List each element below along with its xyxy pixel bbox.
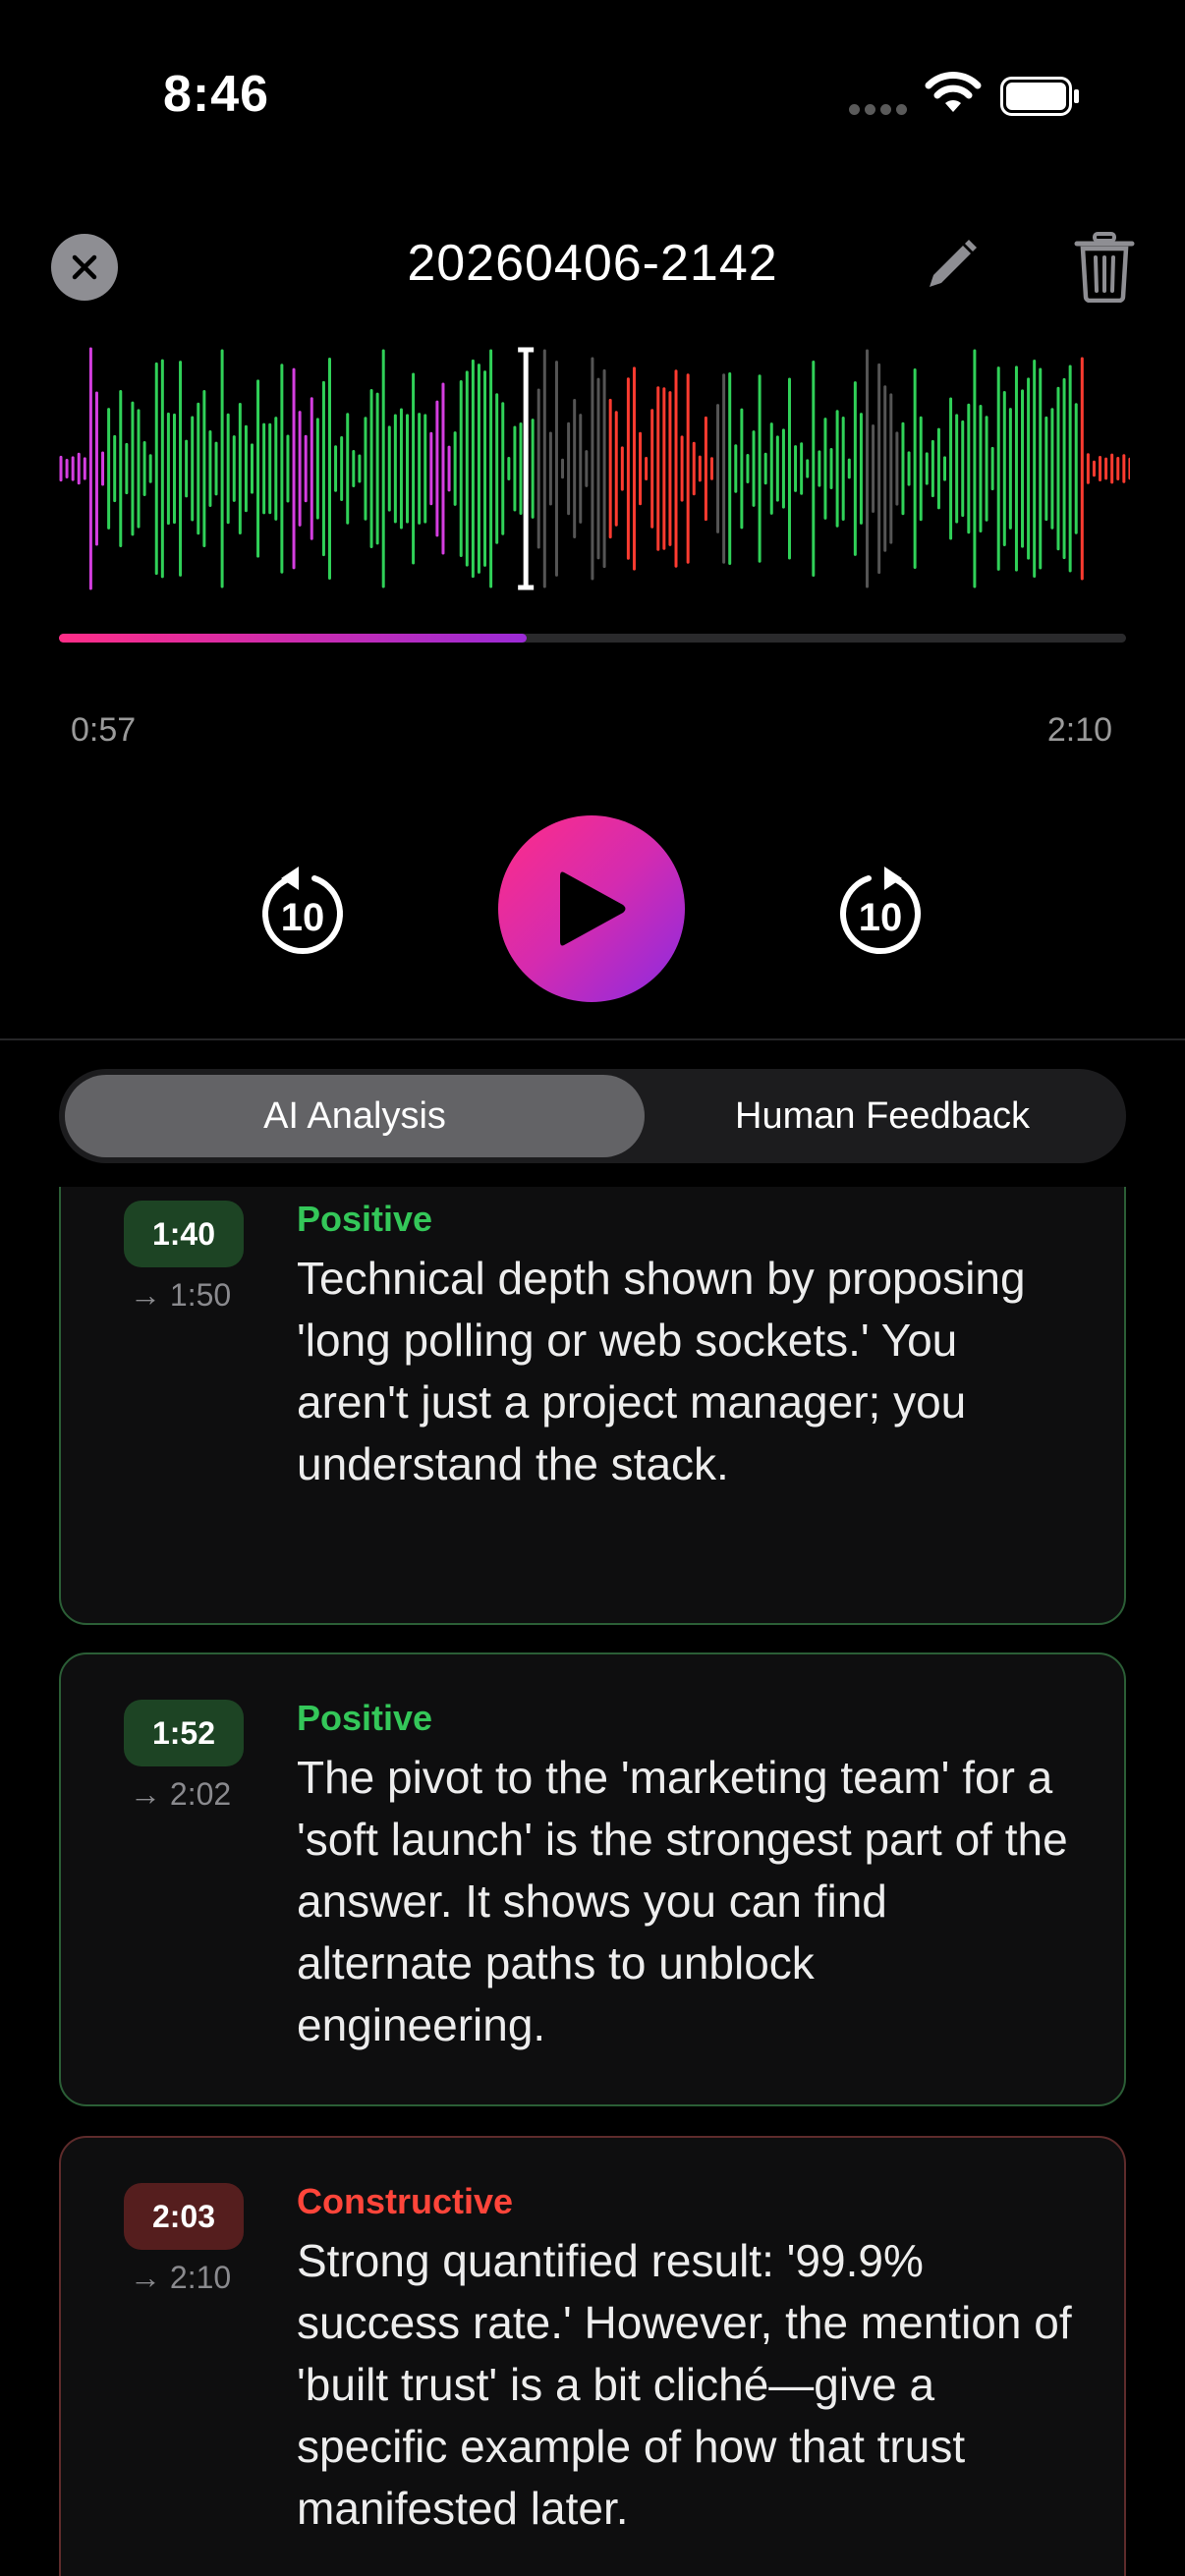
tab-human-feedback[interactable]: Human Feedback (645, 1075, 1120, 1157)
feedback-type: Constructive (297, 2181, 514, 2221)
skip-back-10-button[interactable]: 10 (257, 861, 348, 957)
start-time-badge[interactable]: 1:52 (124, 1700, 244, 1766)
feedback-card[interactable]: 2:03 → 2:10 Constructive Strong quantifi… (59, 2136, 1126, 2576)
wifi-icon (925, 72, 982, 112)
feedback-card[interactable]: 1:52 → 2:02 Positive The pivot to the 'm… (59, 1652, 1126, 2106)
recording-title: 20260406-2142 (407, 235, 778, 292)
battery-icon (1000, 77, 1079, 116)
feedback-type: Positive (297, 1199, 433, 1239)
section-divider (0, 1038, 1185, 1040)
playback-progress-bar[interactable] (59, 634, 1126, 643)
playback-progress-fill (59, 634, 527, 643)
feedback-text: Strong quantified result: '99.9% success… (297, 2235, 1072, 2534)
recording-detail-screen: 8:46 20260406-2142 0:57 2:10 10 10 AI An… (0, 0, 1185, 2576)
edit-icon[interactable] (920, 236, 981, 297)
skip-back-label: 10 (281, 896, 325, 939)
end-time: → 1:50 (130, 1277, 232, 1313)
skip-forward-label: 10 (859, 896, 903, 939)
analysis-tab-switcher: AI Analysis Human Feedback (59, 1069, 1126, 1163)
play-icon (560, 871, 626, 946)
feedback-text: Technical depth shown by proposing 'long… (297, 1253, 1026, 1489)
feedback-list: 1:40 → 1:50 Positive Technical depth sho… (0, 1187, 1185, 2576)
status-time: 8:46 (163, 66, 270, 123)
end-time: → 2:10 (130, 2260, 232, 2295)
tab-ai-analysis[interactable]: AI Analysis (65, 1075, 645, 1157)
total-duration: 2:10 (1046, 711, 1112, 749)
start-time-badge[interactable]: 2:03 (124, 2183, 244, 2250)
play-button[interactable] (498, 815, 685, 1002)
trash-icon[interactable] (1073, 232, 1136, 303)
audio-waveform[interactable] (55, 346, 1130, 591)
elapsed-time: 0:57 (71, 711, 137, 749)
feedback-card[interactable]: 1:40 → 1:50 Positive Technical depth sho… (59, 1187, 1126, 1625)
cellular-signal-icon (849, 104, 908, 116)
start-time-badge[interactable]: 1:40 (124, 1201, 244, 1267)
feedback-type: Positive (297, 1698, 433, 1738)
skip-forward-10-button[interactable]: 10 (835, 861, 926, 957)
end-time: → 2:02 (130, 1776, 232, 1812)
feedback-text: The pivot to the 'marketing team' for a … (297, 1752, 1068, 2050)
